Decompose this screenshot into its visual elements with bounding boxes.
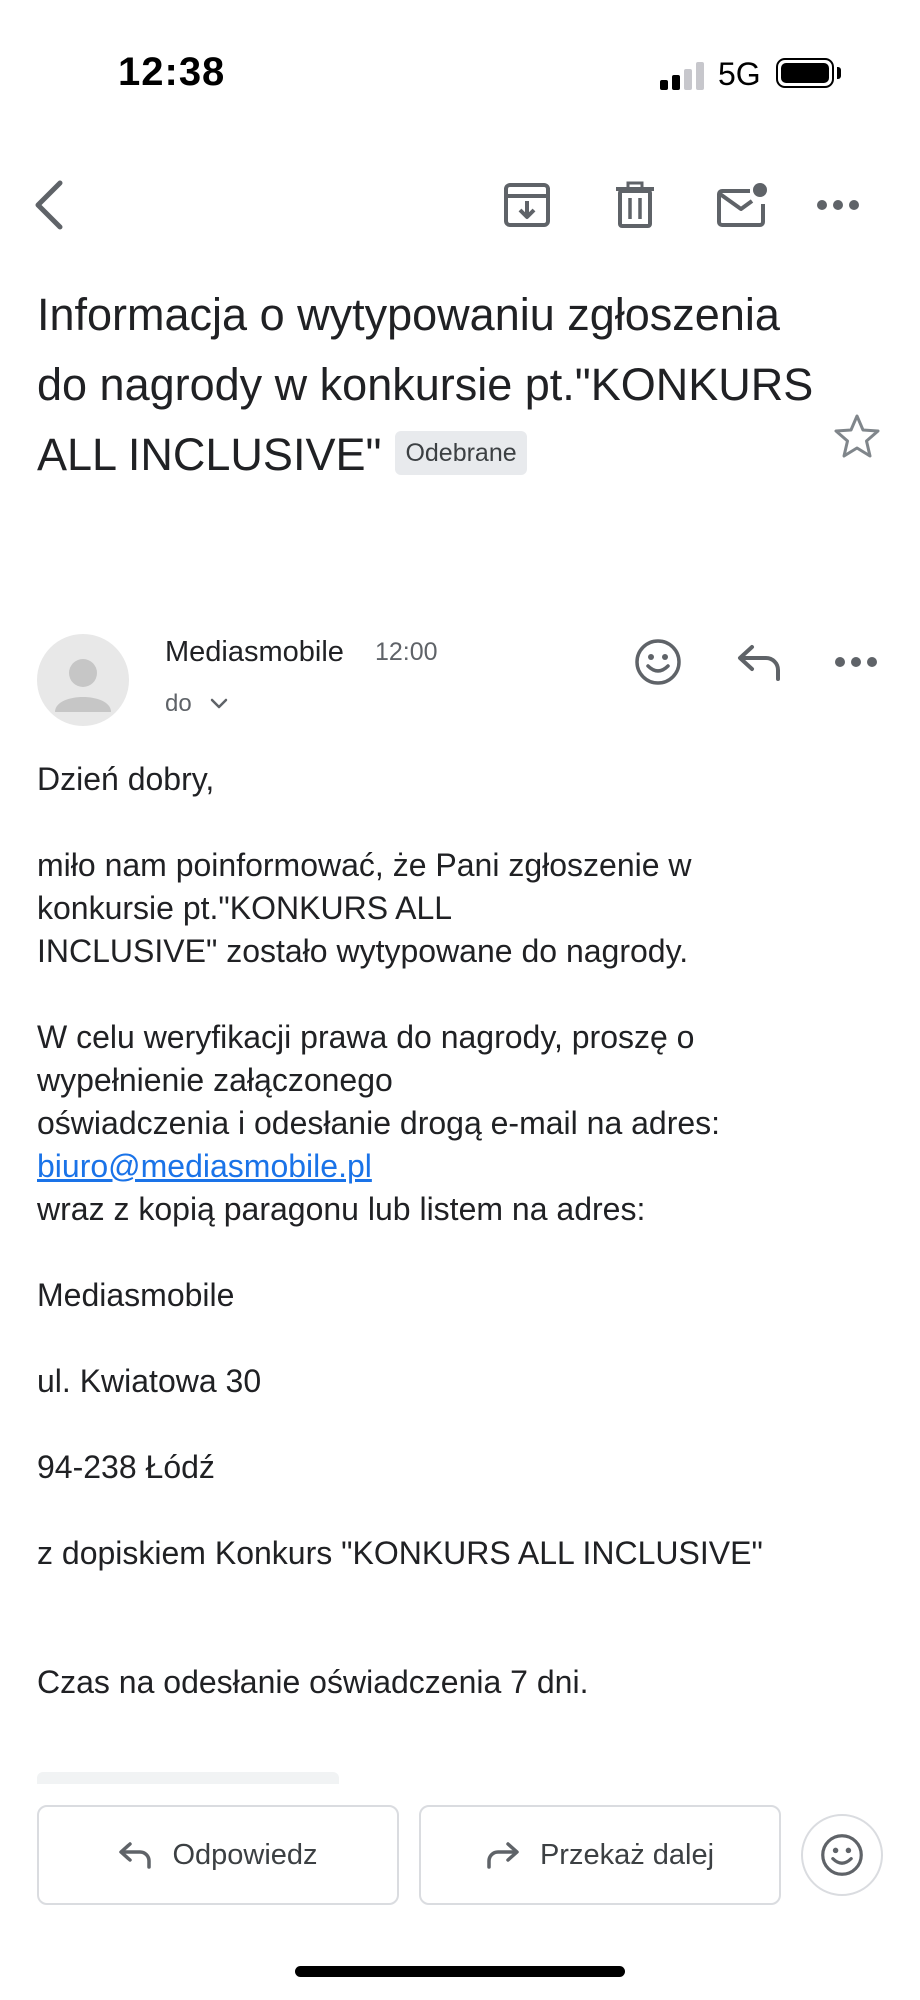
emoji-icon bbox=[821, 1834, 863, 1876]
back-button[interactable] bbox=[18, 173, 82, 237]
back-icon bbox=[35, 180, 63, 230]
reply-label: Odpowiedz bbox=[172, 1838, 318, 1871]
address-city: 94-238 Łódź bbox=[37, 1449, 215, 1485]
email-address-link[interactable]: biuro@mediasmobile.pl bbox=[37, 1148, 372, 1184]
attachment-card[interactable] bbox=[37, 1772, 339, 1784]
recipient-details-toggle[interactable]: do bbox=[165, 690, 228, 718]
network-type: 5G bbox=[718, 56, 761, 92]
recipient-label: do bbox=[165, 690, 192, 717]
battery-icon bbox=[776, 58, 834, 88]
emoji-reaction-button[interactable] bbox=[801, 1814, 883, 1896]
forward-button[interactable]: Przekaż dalej bbox=[419, 1805, 781, 1905]
address-name: Mediasmobile bbox=[37, 1277, 235, 1313]
body-line: miło nam poinformować, że Pani zgłoszeni… bbox=[37, 847, 692, 883]
chevron-down-icon bbox=[210, 698, 227, 709]
more-options-button[interactable] bbox=[806, 173, 870, 237]
message-toolbar bbox=[0, 165, 920, 245]
reply-icon bbox=[738, 645, 780, 681]
signal-icon bbox=[660, 62, 706, 90]
home-indicator[interactable] bbox=[295, 1966, 625, 1977]
battery-tip bbox=[837, 67, 841, 79]
greeting: Dzień dobry, bbox=[37, 761, 215, 797]
mark-unread-icon bbox=[717, 183, 767, 227]
delete-icon bbox=[616, 181, 654, 228]
add-reaction-button[interactable] bbox=[626, 630, 690, 694]
more-icon bbox=[817, 200, 859, 210]
status-time: 12:38 bbox=[118, 50, 226, 94]
star-icon bbox=[834, 414, 880, 458]
body-line: W celu weryfikacji prawa do nagrody, pro… bbox=[37, 1019, 695, 1055]
reply-button-header[interactable] bbox=[727, 630, 791, 694]
sender-name[interactable]: Mediasmobile bbox=[165, 636, 344, 669]
address-street: ul. Kwiatowa 30 bbox=[37, 1363, 262, 1399]
reply-icon bbox=[119, 1842, 152, 1869]
deadline-line: Czas na odesłanie oświadczenia 7 dni. bbox=[37, 1664, 589, 1700]
archive-button[interactable] bbox=[495, 173, 559, 237]
email-subject: Informacja o wytypowaniu zgłoszenia do n… bbox=[37, 280, 827, 490]
mark-unread-button[interactable] bbox=[710, 173, 774, 237]
delete-button[interactable] bbox=[603, 173, 667, 237]
star-button[interactable] bbox=[825, 404, 889, 468]
message-more-button[interactable] bbox=[824, 630, 888, 694]
more-icon bbox=[835, 657, 877, 667]
archive-icon bbox=[504, 183, 550, 227]
avatar[interactable] bbox=[37, 634, 129, 726]
body-line: oświadczenia i odesłanie drogą e-mail na… bbox=[37, 1105, 721, 1141]
body-line: INCLUSIVE" zostało wytypowane do nagrody… bbox=[37, 933, 689, 969]
reply-button[interactable]: Odpowiedz bbox=[37, 1805, 399, 1905]
forward-label: Przekaż dalej bbox=[539, 1838, 715, 1871]
sent-time: 12:00 bbox=[375, 638, 438, 666]
person-icon bbox=[55, 659, 111, 712]
emoji-icon bbox=[635, 639, 681, 685]
status-bar: 12:38 5G bbox=[0, 0, 920, 120]
label-chip-inbox[interactable]: Odebrane bbox=[395, 431, 527, 476]
email-body: Dzień dobry, miło nam poinformować, że P… bbox=[37, 758, 887, 1704]
body-line: konkursie pt."KONKURS ALL bbox=[37, 890, 453, 926]
body-note: z dopiskiem Konkurs "KONKURS ALL INCLUSI… bbox=[37, 1535, 763, 1571]
forward-icon bbox=[487, 1842, 519, 1869]
body-line: wraz z kopią paragonu lub listem na adre… bbox=[37, 1191, 646, 1227]
body-line: wypełnienie załączonego bbox=[37, 1062, 393, 1098]
